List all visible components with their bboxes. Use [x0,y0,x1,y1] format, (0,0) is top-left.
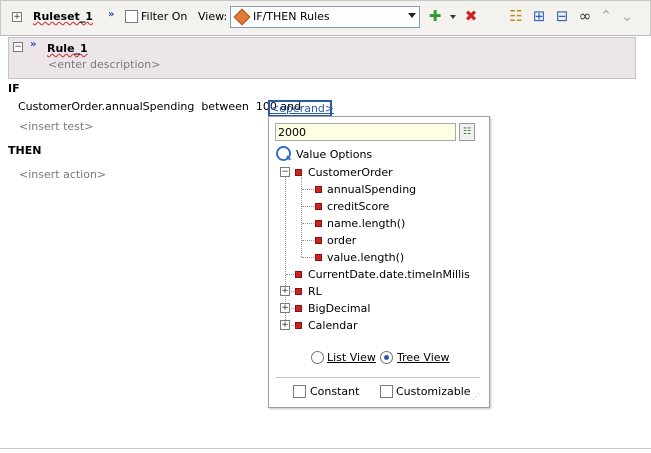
tree-bullet-icon [315,186,322,193]
customizable-checkbox[interactable] [380,385,393,398]
add-dropdown-icon[interactable] [450,15,456,19]
customizable-label: Customizable [396,385,471,398]
ruleset-name[interactable]: Ruleset_1 [33,10,93,23]
tree-expand-icon[interactable]: + [280,303,290,313]
tree-item[interactable]: BigDecimal [308,302,370,315]
tree-item[interactable]: Calendar [308,319,357,332]
add-icon[interactable]: ✚ [427,8,443,24]
tree-branch [302,257,316,258]
tree-structure-icon[interactable]: ☷ [508,8,524,24]
expand-all-icon[interactable]: ⊞ [531,8,547,24]
tree-item[interactable]: CurrentDate.date.timeInMillis [308,268,470,281]
tree-item[interactable]: name.length() [327,217,405,230]
tree-branch [302,189,316,190]
rule-name[interactable]: Rule_1 [47,42,88,55]
tree-bullet-icon [295,169,302,176]
glasses-icon[interactable]: ∞ [577,8,593,24]
tree-expand-icon[interactable]: + [280,320,290,330]
tree-expand-icon[interactable]: + [280,286,290,296]
tree-item[interactable]: creditScore [327,200,389,213]
tree-branch [302,206,316,207]
collapse-all-icon[interactable]: ⊟ [554,8,570,24]
rule-diamond-icon [233,8,251,26]
list-view-radio[interactable] [311,351,324,364]
insert-test-link[interactable]: <insert test> [19,120,93,133]
constant-label: Constant [310,385,360,398]
then-label: THEN [8,144,42,157]
view-label: View: [198,10,228,23]
delete-icon[interactable]: ✖ [463,8,479,24]
if-label: IF [8,82,20,95]
tree-item[interactable]: RL [308,285,322,298]
constant-checkbox[interactable] [293,385,306,398]
resize-grip-icon[interactable]: ⋰ [472,393,480,401]
bottom-border [0,448,651,449]
value-options-label: Value Options [296,148,373,161]
test-expression[interactable]: CustomerOrder.annualSpending between 100… [18,100,301,113]
collapse-chevron-icon[interactable]: » [108,10,114,20]
tree-bullet-icon [315,220,322,227]
tree-bullet-icon [315,254,322,261]
list-view-label: List View [327,351,376,364]
operand-field[interactable]: <operand> [268,100,334,117]
popup-divider [276,377,480,378]
tree-item[interactable]: annualSpending [327,183,416,196]
tree-bullet-icon [315,237,322,244]
tree-branch [286,274,294,275]
rule-chevron-icon[interactable]: » [30,40,36,50]
value-input[interactable] [275,123,456,141]
tree-item[interactable]: value.length() [327,251,404,264]
view-select-value: IF/THEN Rules [253,10,330,23]
tree-branch [302,240,316,241]
tree-bullet-icon [295,322,302,329]
tree-view-label: Tree View [397,351,450,364]
filter-checkbox[interactable] [125,10,138,23]
move-down-icon[interactable]: ⌄ [619,8,635,24]
tree-item[interactable]: CustomerOrder [308,166,393,179]
tree-bullet-icon [295,288,302,295]
view-select[interactable]: IF/THEN Rules [230,6,420,28]
rule-description[interactable]: <enter description> [48,58,160,71]
move-up-icon[interactable]: ⌃ [598,8,614,24]
tree-bullet-icon [315,203,322,210]
dropdown-arrow-icon [408,13,416,18]
tree-view-radio[interactable] [380,351,393,364]
insert-action-link[interactable]: <insert action> [19,168,106,181]
calculator-icon[interactable]: ☷ [459,123,475,141]
ruleset-expand-icon[interactable]: + [12,12,22,22]
tree-branch [302,223,316,224]
rule-collapse-icon[interactable]: − [13,42,23,52]
tree-collapse-icon[interactable]: − [280,167,290,177]
tree-item[interactable]: order [327,234,356,247]
filter-label: Filter On [141,10,188,23]
tree-bullet-icon [295,305,302,312]
tree-bullet-icon [295,271,302,278]
